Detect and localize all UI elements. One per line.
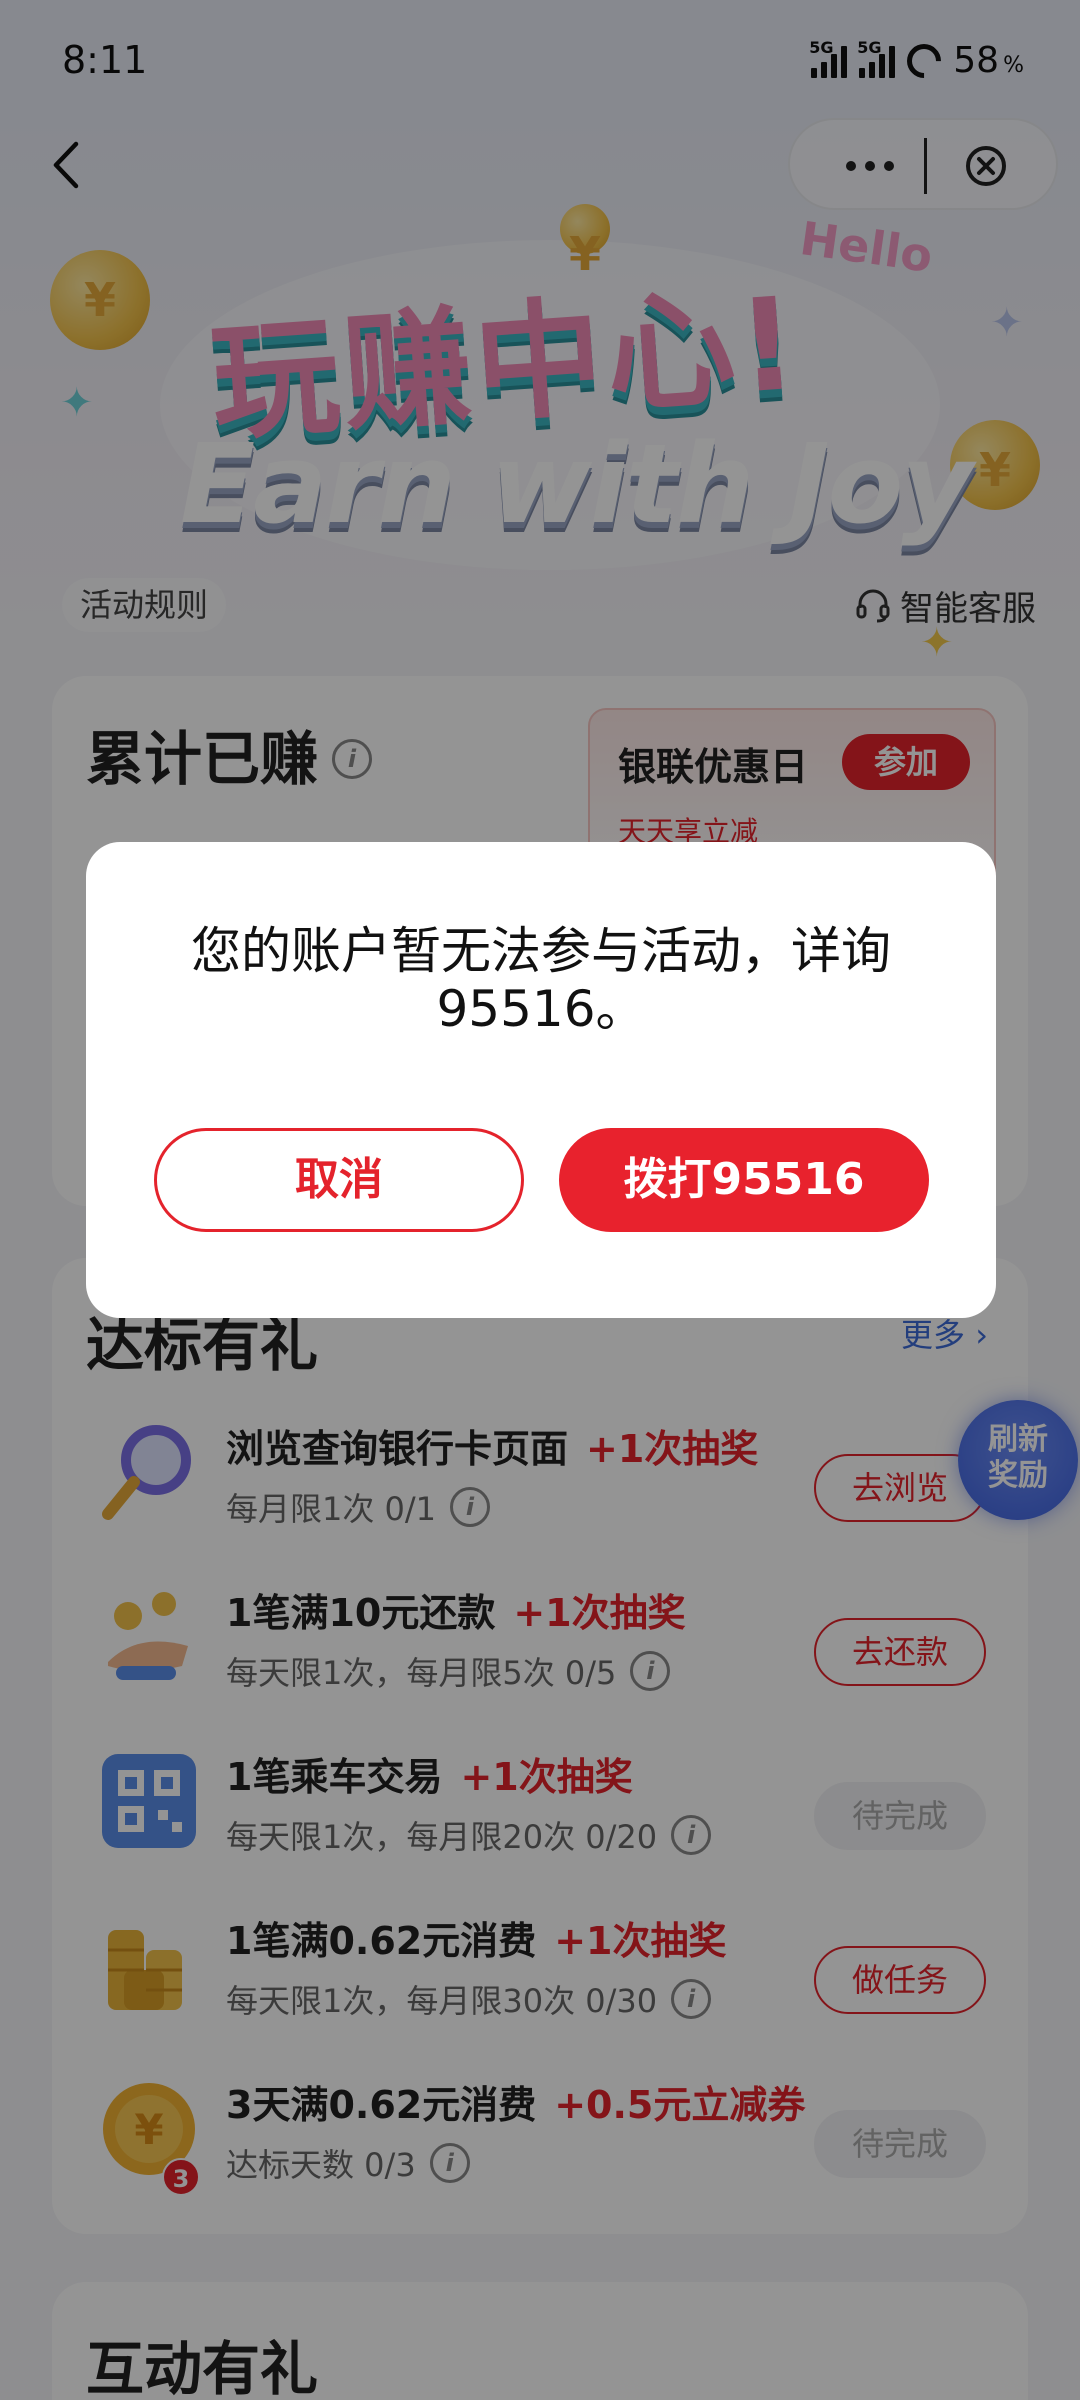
cancel-button[interactable]: 取消 xyxy=(154,1128,524,1232)
alert-dialog: 您的账户暂无法参与活动，详询95516。 取消 拨打95516 xyxy=(86,842,996,1318)
dialog-message: 您的账户暂无法参与活动，详询95516。 xyxy=(191,922,891,1038)
call-hotline-button[interactable]: 拨打95516 xyxy=(559,1128,929,1232)
